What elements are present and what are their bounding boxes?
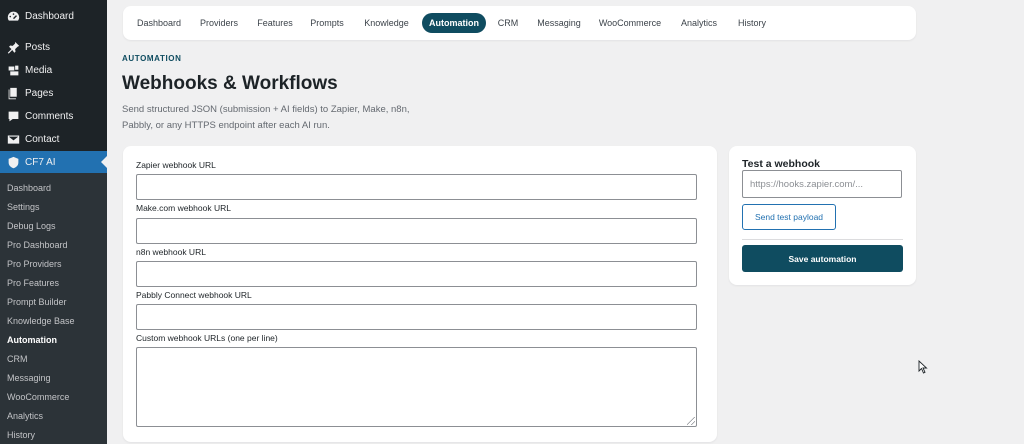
submenu-item-knowledge-base[interactable]: Knowledge Base (7, 315, 75, 327)
resize-handle-icon[interactable] (687, 417, 695, 425)
submenu-item-messaging[interactable]: Messaging (7, 372, 51, 384)
tab-providers[interactable]: Providers (193, 13, 245, 33)
menu-label: Pages (25, 87, 54, 99)
page-title: Webhooks & Workflows (122, 73, 338, 94)
menu-label: Posts (25, 41, 51, 53)
section-tabs: Dashboard Providers Features Prompts Kno… (123, 6, 916, 40)
menu-label: Dashboard (25, 10, 74, 22)
menu-item-comments[interactable]: Comments (0, 105, 107, 127)
make-label: Make.com webhook URL (136, 203, 231, 213)
page-description-line1: Send structured JSON (submission + AI fi… (122, 104, 410, 115)
menu-item-contact[interactable]: Contact (0, 128, 107, 150)
menu-label: CF7 AI (25, 156, 56, 168)
test-webhook-title: Test a webhook (742, 158, 820, 170)
tab-crm[interactable]: CRM (493, 13, 523, 33)
menu-item-pages[interactable]: Pages (0, 82, 107, 104)
submenu-item-dashboard[interactable]: Dashboard (7, 182, 51, 194)
submenu-item-pro-features[interactable]: Pro Features (7, 277, 59, 289)
comments-icon (6, 109, 20, 123)
submenu-item-crm[interactable]: CRM (7, 353, 28, 365)
submenu-item-history[interactable]: History (7, 429, 35, 441)
submenu-item-analytics[interactable]: Analytics (7, 410, 43, 422)
tab-prompts[interactable]: Prompts (304, 13, 350, 33)
tab-automation[interactable]: Automation (422, 13, 486, 33)
menu-item-dashboard[interactable]: Dashboard (0, 5, 107, 27)
menu-item-posts[interactable]: Posts (0, 36, 107, 58)
submenu-item-prompt-builder[interactable]: Prompt Builder (7, 296, 67, 308)
tab-features[interactable]: Features (251, 13, 299, 33)
tab-knowledge[interactable]: Knowledge (358, 13, 415, 33)
save-automation-button[interactable]: Save automation (742, 245, 903, 272)
menu-label: Contact (25, 133, 60, 145)
submenu-item-settings[interactable]: Settings (7, 201, 40, 213)
shield-icon (6, 155, 20, 169)
menu-item-cf7-ai[interactable]: CF7 AI (0, 151, 107, 173)
tab-messaging[interactable]: Messaging (532, 13, 586, 33)
n8n-webhook-input[interactable] (136, 261, 697, 287)
tab-woocommerce[interactable]: WooCommerce (594, 13, 666, 33)
media-icon (6, 63, 20, 77)
submenu-item-pro-dashboard[interactable]: Pro Dashboard (7, 239, 68, 251)
tab-dashboard[interactable]: Dashboard (130, 13, 188, 33)
menu-label: Media (25, 64, 53, 76)
submenu-item-debug-logs[interactable]: Debug Logs (7, 220, 56, 232)
pages-icon (6, 86, 20, 100)
test-webhook-card: Test a webhook Send test payload Save au… (729, 146, 916, 285)
custom-webhooks-label: Custom webhook URLs (one per line) (136, 333, 278, 343)
submenu-item-woocommerce[interactable]: WooCommerce (7, 391, 69, 403)
webhook-settings-card: Zapier webhook URL Make.com webhook URL … (123, 146, 717, 442)
pin-icon (6, 40, 20, 54)
section-eyebrow: AUTOMATION (122, 54, 182, 63)
submenu-item-automation[interactable]: Automation (7, 334, 57, 346)
test-url-input[interactable] (742, 170, 902, 198)
submenu-item-pro-providers[interactable]: Pro Providers (7, 258, 62, 270)
admin-sidebar: Dashboard Posts Media Pages Comments Con… (0, 0, 107, 444)
menu-item-media[interactable]: Media (0, 59, 107, 81)
tab-history[interactable]: History (732, 13, 772, 33)
mouse-cursor-icon (918, 360, 928, 374)
zapier-label: Zapier webhook URL (136, 160, 216, 170)
page-description-line2: Pabbly, or any HTTPS endpoint after each… (122, 120, 330, 131)
mail-icon (6, 132, 20, 146)
dashboard-icon (6, 9, 20, 23)
make-webhook-input[interactable] (136, 218, 697, 244)
cf7-ai-submenu: Dashboard Settings Debug Logs Pro Dashbo… (0, 173, 107, 444)
send-test-payload-button[interactable]: Send test payload (742, 204, 836, 230)
zapier-webhook-input[interactable] (136, 174, 697, 200)
pabbly-label: Pabbly Connect webhook URL (136, 290, 252, 300)
menu-label: Comments (25, 110, 74, 122)
tab-analytics[interactable]: Analytics (676, 13, 722, 33)
custom-webhooks-textarea[interactable] (136, 347, 697, 427)
divider (742, 239, 903, 240)
n8n-label: n8n webhook URL (136, 247, 206, 257)
pabbly-webhook-input[interactable] (136, 304, 697, 330)
